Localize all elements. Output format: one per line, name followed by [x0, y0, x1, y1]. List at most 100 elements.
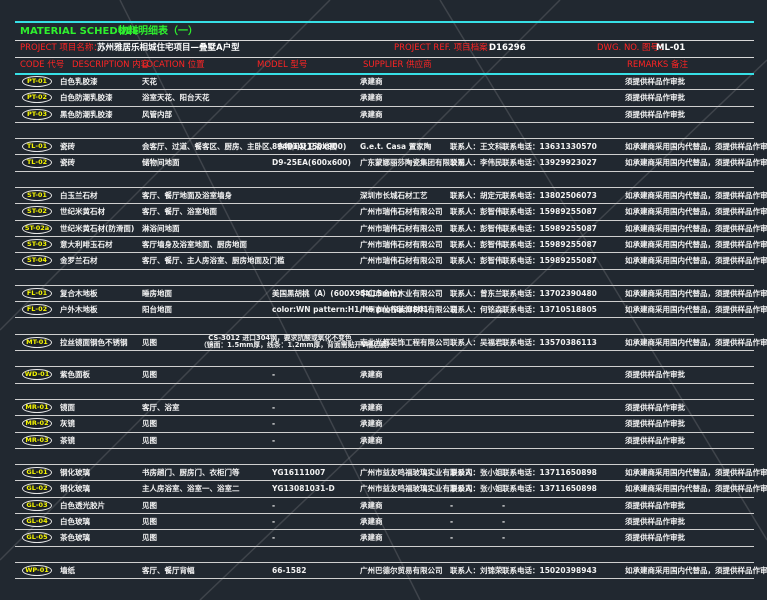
remark-cell: 须提供样品作审批 — [625, 533, 685, 543]
remark-cell: 如承建商采用国内代替品，须提供样品作审批 — [625, 484, 767, 494]
remark-cell: 如承建商采用国内代替品，须提供样品作审批 — [625, 305, 767, 315]
table-row: FL-01 复合木地板 睡房地面 美国黑胡桃（A）(600X95X15mm) 中山市金怡… — [15, 286, 767, 303]
contact-cell: 联系人：彭智伟 — [450, 239, 503, 249]
description-cell: 意大利啡玉石材 — [60, 239, 113, 249]
phone-cell: 联系电话：13929923027 — [502, 158, 597, 168]
blank-row — [15, 123, 754, 140]
supplier-cell: 承建商 — [360, 419, 383, 429]
contact-cell: - — [450, 500, 454, 510]
remark-cell: 须提供样品作审批 — [625, 517, 685, 527]
code-badge: MR-02 — [22, 418, 52, 430]
supplier-cell: 广州市瑞伟石材有限公司 — [360, 223, 443, 233]
location-cell: 阳台地面 — [142, 305, 172, 315]
model-cell: 66-1582 — [272, 565, 307, 575]
location-cell: 客厅、餐厅、浴室地面 — [142, 207, 217, 217]
phone-cell: - — [502, 517, 506, 527]
code-badge: ST-02a — [22, 222, 52, 234]
blank-row — [15, 449, 754, 466]
col-remarks: REMARKS 备注 — [627, 60, 689, 70]
divider — [15, 40, 754, 41]
location-cell: 见图 — [142, 533, 157, 543]
code-badge: FL-02 — [22, 304, 52, 316]
phone-cell: 联系电话：15989255087 — [502, 256, 597, 266]
description-cell: 茶镜 — [60, 435, 75, 445]
divider — [15, 57, 754, 58]
description-cell: 镜面 — [60, 402, 75, 412]
description-cell: 钢化玻璃 — [60, 468, 90, 478]
contact-cell: 联系人：张小姐 — [450, 484, 503, 494]
phone-cell: - — [502, 500, 506, 510]
description-cell: 白色玻璃 — [60, 517, 90, 527]
description-cell: 黑色防潮乳胶漆 — [60, 109, 113, 119]
code-badge: GL-02 — [22, 483, 52, 495]
table-row: PT-02 白色防潮乳胶漆 浴室天花、阳台天花 承建商 须提供样品作审批 — [15, 90, 754, 107]
table-row: WP-01 墙纸 客厅、餐厅背幅 66-1582 广州巴德尔贸易有限公司 联系人：刘锦荣联… — [15, 563, 767, 580]
description-cell: 灰镜 — [60, 419, 75, 429]
col-code: CODE 代号 — [20, 60, 65, 70]
col-model: MODEL 型号 — [257, 60, 308, 70]
supplier-cell: 广州市瑞伟石材有限公司 — [360, 239, 443, 249]
table-row: GL-03 白色透光胶片 见图 - 承建商 - - 须提供样品作审批 — [15, 498, 754, 515]
location-cell: 见图 — [142, 500, 157, 510]
location-cell: 见图 — [142, 517, 157, 527]
code-badge: ST-04 — [22, 255, 52, 267]
phone-cell: 联系电话：13570386113 — [502, 337, 597, 347]
location-cell: 客厅、餐厅、主人房浴室、厨房地面及门槛 — [142, 256, 285, 266]
remark-cell: 须提供样品作审批 — [625, 435, 685, 445]
remark-cell: 如承建商采用国内代替品，须提供样品作审批 — [625, 256, 767, 266]
contact-cell: 联系人：彭智伟 — [450, 256, 503, 266]
table-row: MR-02 灰镜 见图 - 承建商 须提供样品作审批 — [15, 416, 754, 433]
code-badge: MR-01 — [22, 401, 52, 413]
supplier-cell: 广州市仙谷装饰材料有限公司 — [360, 305, 458, 315]
table-row: ST-02 世纪米黄石材 客厅、餐厅、浴室地面 广州市瑞伟石材有限公司 联系人：彭智伟联… — [15, 204, 767, 221]
supplier-cell: 承建商 — [360, 435, 383, 445]
project-label: PROJECT 项目名称： — [20, 43, 102, 53]
supplier-cell: 承建商 — [360, 370, 383, 380]
phone-cell: 联系电话：15989255087 — [502, 239, 597, 249]
schedule-table: PT-01 白色乳胶漆 天花 承建商 须提供样品作审批 PT-02 白色防潮乳胶漆 浴室天花、… — [15, 74, 767, 580]
phone-cell: 联系电话：13631330570 — [502, 142, 597, 152]
supplier-cell: 承建商 — [360, 533, 383, 543]
table-row: MT-01 拉丝镜面钢色不锈钢 见图 CS-3012 进口304钢，要求抗酸或氧化不变… — [15, 334, 767, 352]
description-cell: 白色防潮乳胶漆 — [60, 93, 113, 103]
col-supplier: SUPPLIER 供应商 — [363, 60, 432, 70]
code-badge: MR-03 — [22, 434, 52, 446]
phone-cell: - — [502, 533, 506, 543]
table-row: TL-02 瓷砖 储物间地面 D9-25EA(600x600) 广东蒙娜丽莎陶瓷集团有限… — [15, 155, 767, 172]
model-cell: - — [272, 370, 276, 380]
description-cell: 紫色面板 — [60, 370, 90, 380]
supplier-cell: 中山市金怡木业有限公司 — [360, 288, 443, 298]
model-cell: - — [272, 419, 276, 429]
table-row: ST-04 金罗兰石材 客厅、餐厅、主人房浴室、厨房地面及门槛 广州市瑞伟石材有限公司… — [15, 253, 767, 270]
location-cell: 储物间地面 — [142, 158, 180, 168]
description-cell: 墙纸 — [60, 565, 75, 575]
col-description: DESCRIPTION 内容 — [72, 60, 150, 70]
code-badge: GL-05 — [22, 532, 52, 544]
model-cell: - — [272, 533, 276, 543]
remark-cell: 须提供样品作审批 — [625, 419, 685, 429]
description-cell: 复合木地板 — [60, 288, 98, 298]
description-cell: 拉丝镜面钢色不锈钢 — [60, 337, 128, 347]
table-row: ST-03 意大利啡玉石材 客厅墙身及浴室地面、厨房地面 广州市瑞伟石材有限公司 联系人… — [15, 237, 767, 254]
description-cell: 瓷砖 — [60, 142, 75, 152]
table-row: ST-02a 世纪米黄石材(防滑面) 淋浴间地面 广州市瑞伟石材有限公司 联系人：彭智伟… — [15, 221, 767, 237]
code-badge: PT-03 — [22, 108, 52, 120]
description-cell: 瓷砖 — [60, 158, 75, 168]
contact-cell: 联系人：胡定元 — [450, 191, 503, 201]
contact-cell: 联系人：彭智伟 — [450, 207, 503, 217]
model-cell: YG13081031-D — [272, 484, 335, 494]
phone-cell: 联系电话：15020398943 — [502, 565, 597, 575]
model-cell: YG16111007 — [272, 468, 326, 478]
code-badge: ST-02 — [22, 206, 52, 218]
phone-cell: 联系电话：15989255087 — [502, 207, 597, 217]
code-badge: GL-03 — [22, 499, 52, 511]
remark-cell: 如承建商采用国内代替品，须提供样品作审批 — [625, 239, 767, 249]
blank-row — [15, 384, 754, 400]
location-cell: 浴室天花、阳台天花 — [142, 93, 210, 103]
supplier-cell: 广州巴德尔贸易有限公司 — [360, 565, 443, 575]
phone-cell: 联系电话：13702390480 — [502, 288, 597, 298]
remark-cell: 须提供样品作审批 — [625, 402, 685, 412]
code-badge: FL-01 — [22, 287, 52, 299]
contact-cell: 联系人：王文科 — [450, 142, 503, 152]
phone-cell: 联系电话：13802506073 — [502, 191, 597, 201]
